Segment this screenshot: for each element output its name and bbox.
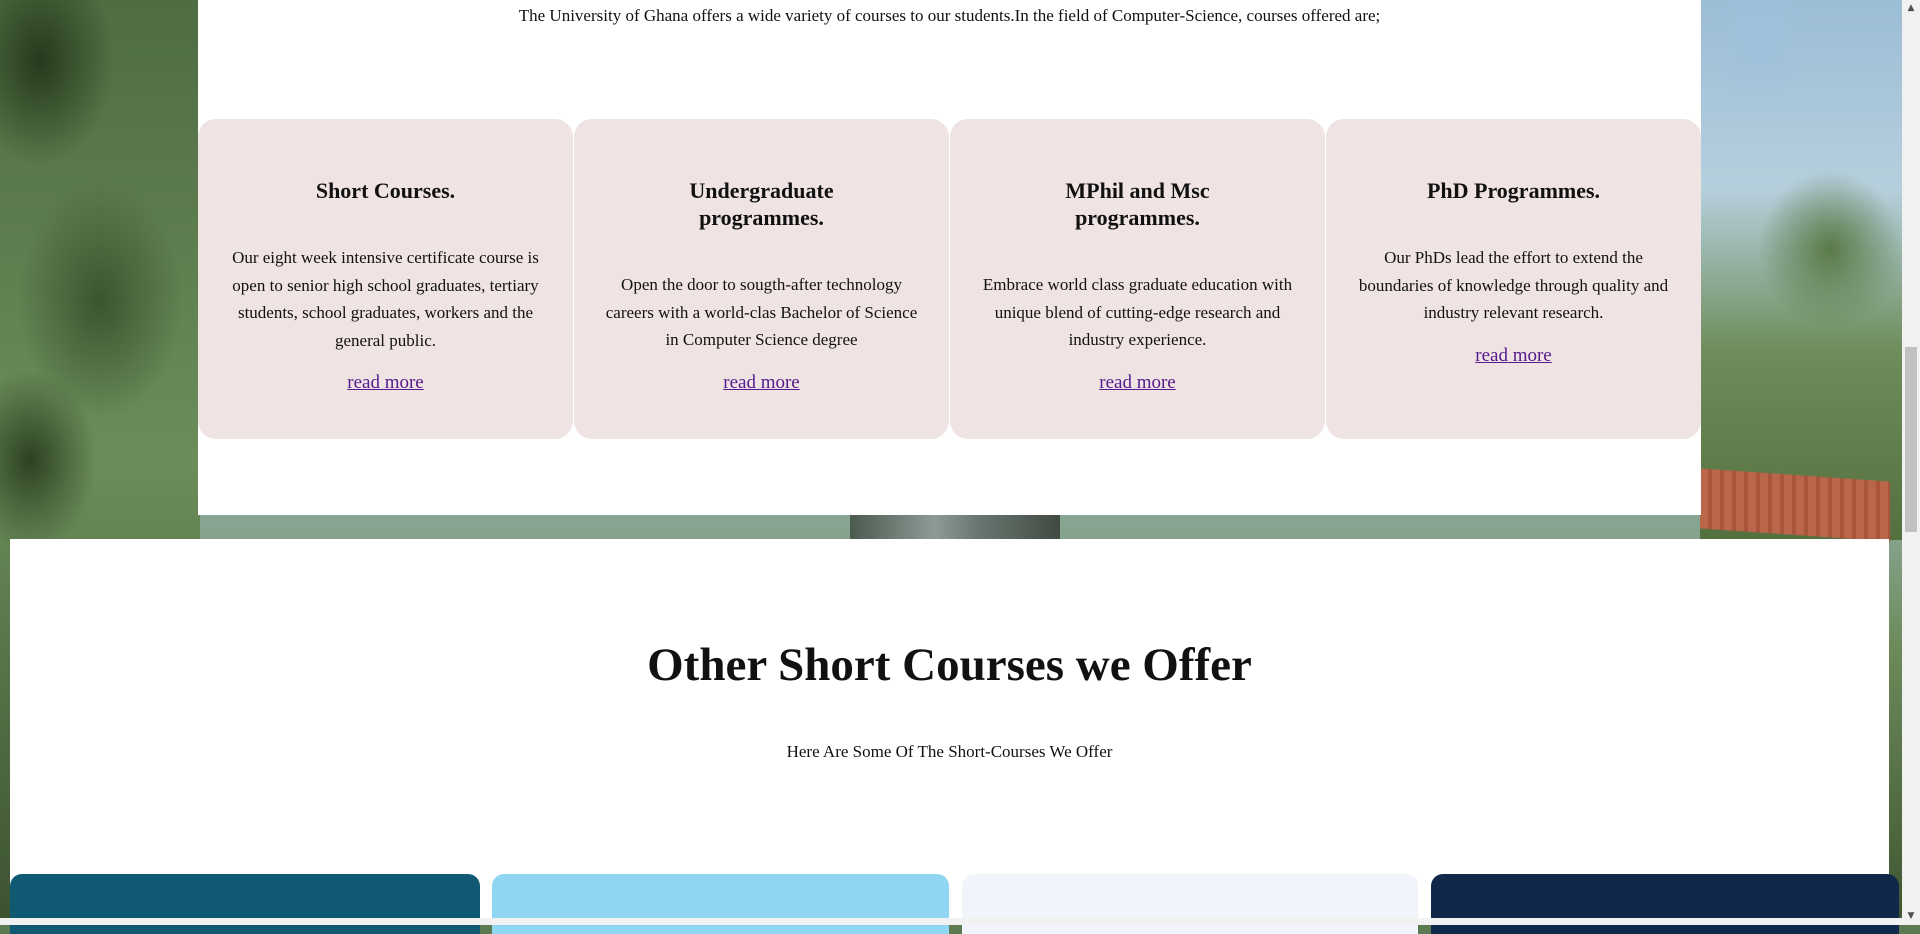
read-more-link[interactable]: read more xyxy=(1099,372,1175,394)
card-undergraduate: Undergraduate programmes. Open the door … xyxy=(574,119,949,439)
read-more-link[interactable]: read more xyxy=(347,372,423,394)
card-short-courses: Short Courses. Our eight week intensive … xyxy=(198,119,573,439)
card-mphil-msc: MPhil and Msc programmes. Embrace world … xyxy=(950,119,1325,439)
course-thumbnail[interactable] xyxy=(962,874,1418,934)
courses-intro-text: The University of Ghana offers a wide va… xyxy=(518,6,1381,25)
course-thumbnail[interactable] xyxy=(1431,874,1899,934)
horizontal-scrollbar[interactable] xyxy=(0,918,1902,925)
courses-panel: The University of Ghana offers a wide va… xyxy=(198,0,1701,515)
scrollbar-thumb[interactable] xyxy=(1905,347,1917,532)
card-phd: PhD Programmes. Our PhDs lead the effort… xyxy=(1326,119,1701,439)
card-title: Undergraduate programmes. xyxy=(689,178,834,230)
section-title: Other Short Courses we Offer xyxy=(647,639,1252,691)
card-description: Open the door to sougth-after technology… xyxy=(605,275,918,349)
short-courses-section: Other Short Courses we Offer Here Are So… xyxy=(10,539,1899,934)
section-subtitle: Here Are Some Of The Short-Courses We Of… xyxy=(786,742,1113,761)
card-description: Our PhDs lead the effort to extend the b… xyxy=(1358,248,1669,322)
background-statue xyxy=(850,515,1060,540)
read-more-link[interactable]: read more xyxy=(723,372,799,394)
course-thumbnail[interactable] xyxy=(10,874,480,934)
card-description: Embrace world class graduate education w… xyxy=(982,275,1293,349)
background-trees-right xyxy=(1700,0,1920,540)
course-thumbnail[interactable] xyxy=(492,874,949,934)
read-more-link[interactable]: read more xyxy=(1475,345,1551,367)
short-course-thumbnails xyxy=(10,874,1899,934)
card-title: PhD Programmes. xyxy=(1426,178,1601,203)
card-title: MPhil and Msc programmes. xyxy=(1065,178,1210,230)
card-title: Short Courses. xyxy=(315,178,456,203)
course-cards: Short Courses. Our eight week intensive … xyxy=(198,119,1701,439)
scroll-down-icon[interactable]: ▼ xyxy=(1902,908,1920,925)
scroll-up-icon[interactable]: ▲ xyxy=(1902,0,1920,17)
vertical-scrollbar[interactable]: ▲ ▼ xyxy=(1902,0,1920,925)
card-description: Our eight week intensive certificate cou… xyxy=(232,248,539,350)
